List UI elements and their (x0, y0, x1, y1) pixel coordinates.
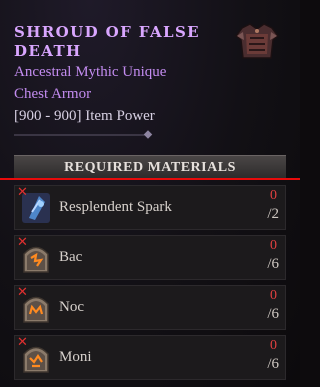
material-required-count: /2 (267, 206, 279, 222)
item-title-line2: Death (14, 42, 82, 60)
material-name: Moni (59, 349, 92, 365)
divider-ornament (14, 130, 153, 139)
material-row: ✕ Resplendent Spark 0 /2 (14, 185, 286, 230)
material-row: ✕ Moni 0 /6 (14, 335, 286, 380)
chest-armor-icon (234, 23, 280, 59)
item-rarity: Ancestral Mythic Unique (14, 64, 167, 80)
material-name: Resplendent Spark (59, 199, 172, 215)
item-title-line1: Shroud of False (14, 23, 201, 41)
material-owned-count: 0 (270, 188, 277, 203)
required-materials-header: Required Materials (14, 155, 286, 180)
material-name: Bac (59, 249, 83, 265)
missing-x-icon: ✕ (17, 185, 28, 200)
material-name: Noc (59, 299, 84, 315)
red-overlay-line (0, 178, 300, 180)
material-required-count: /6 (267, 256, 279, 272)
material-row: ✕ Bac 0 /6 (14, 235, 286, 280)
material-owned-count: 0 (270, 338, 277, 353)
material-required-count: /6 (267, 306, 279, 322)
item-title: Shroud of False Death (14, 23, 224, 61)
missing-x-icon: ✕ (17, 335, 28, 350)
material-owned-count: 0 (270, 288, 277, 303)
material-owned-count: 0 (270, 238, 277, 253)
item-power: [900 - 900] Item Power (14, 108, 155, 124)
material-row: ✕ Noc 0 /6 (14, 285, 286, 330)
material-required-count: /6 (267, 356, 279, 372)
item-tooltip: Shroud of False Death Ancestral Mythic U… (0, 0, 300, 387)
missing-x-icon: ✕ (17, 285, 28, 300)
item-slot: Chest Armor (14, 86, 92, 102)
missing-x-icon: ✕ (17, 235, 28, 250)
